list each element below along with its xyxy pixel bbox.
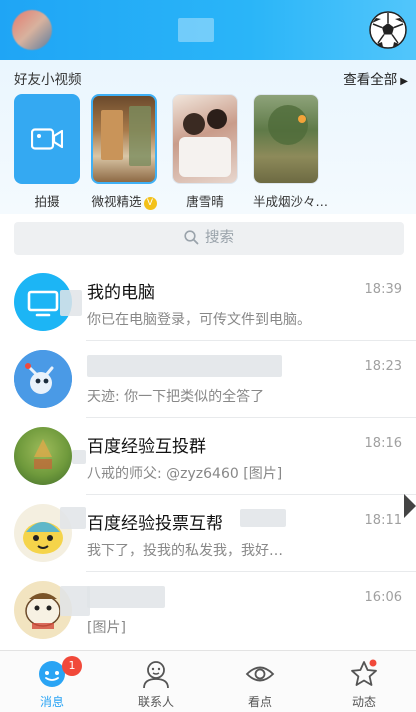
search-input[interactable]: 搜索	[14, 222, 404, 255]
tab-label: 消息	[39, 695, 64, 709]
blur-mask	[60, 507, 86, 529]
eye-icon	[245, 666, 275, 682]
header-title-blurred	[178, 18, 214, 42]
chat-last-message: 我下了，投我的私发我，我好…	[87, 543, 283, 559]
video-thumbnail	[253, 94, 319, 184]
chat-item-group[interactable]: 天迹: 你一下把类似的全答了 18:23	[0, 341, 416, 418]
chat-name: 百度经验投票互帮	[87, 514, 223, 534]
chat-time: 18:23	[364, 359, 402, 374]
chat-last-message: 天迹: 你一下把类似的全答了	[87, 389, 265, 405]
blurred-chat-name	[87, 586, 165, 608]
tab-label: 看点	[247, 695, 272, 709]
video-label-text: 微视精选	[91, 194, 142, 209]
chat-last-message: 八戒的师父: @zyz6460 [图片]	[87, 466, 283, 482]
video-item-friend[interactable]: 半成烟沙々…	[253, 94, 329, 210]
tab-label: 动态	[351, 695, 376, 709]
top-header	[0, 0, 416, 60]
blur-mask	[60, 290, 82, 316]
user-avatar[interactable]	[12, 10, 52, 50]
blur-mask	[72, 450, 86, 464]
video-item-shoot[interactable]: 拍摄	[14, 94, 80, 210]
group-avatar-icon	[34, 439, 52, 469]
blur-mask	[240, 509, 286, 527]
video-label: 半成烟沙々…	[253, 194, 329, 209]
chat-avatar	[14, 427, 72, 485]
chat-time: 18:39	[364, 282, 402, 297]
chat-time: 18:16	[364, 436, 402, 451]
search-placeholder: 搜索	[205, 230, 234, 246]
video-label: 拍摄	[34, 194, 60, 209]
tab-moments[interactable]: 动态	[312, 651, 416, 712]
view-all-label: 查看全部	[343, 72, 398, 88]
search-section: 搜索	[0, 214, 416, 264]
search-icon	[184, 230, 199, 245]
blurred-chat-name	[87, 355, 282, 377]
chat-item-baidu-group[interactable]: 百度经验互投群 八戒的师父: @zyz6460 [图片] 18:16	[0, 418, 416, 495]
chat-item-my-computer[interactable]: 我的电脑 你已在电脑登录，可传文件到电脑。 18:39	[0, 264, 416, 341]
chat-time: 18:11	[364, 513, 402, 528]
unread-badge: 1	[62, 656, 82, 676]
chat-time: 16:06	[364, 590, 402, 605]
soccer-ball-icon[interactable]	[368, 10, 408, 50]
triangle-right-icon: ▶	[400, 76, 408, 87]
video-item-friend[interactable]: 唐雪晴	[172, 94, 238, 210]
video-camera-icon	[31, 128, 63, 150]
contacts-icon	[143, 661, 169, 689]
view-all-link[interactable]: 查看全部 ▶	[343, 68, 408, 88]
tab-contacts[interactable]: 联系人	[104, 651, 208, 712]
video-thumbnail	[91, 94, 157, 184]
friends-video-section: 好友小视频 查看全部 ▶ 拍摄 微视精选 V 唐雪晴 半成烟沙々…	[0, 60, 416, 214]
shoot-thumbnail	[14, 94, 80, 184]
verified-badge-icon: V	[143, 197, 157, 210]
video-label: 微视精选 V	[91, 191, 157, 210]
chat-last-message: 你已在电脑登录，可传文件到电脑。	[87, 312, 311, 328]
chat-name: 我的电脑	[87, 283, 155, 303]
video-label: 唐雪晴	[186, 194, 224, 209]
tab-messages[interactable]: 1 消息	[0, 651, 104, 712]
chat-item-vote-group[interactable]: 百度经验投票互帮 我下了，投我的私发我，我好… 18:11	[0, 495, 416, 572]
chat-avatar	[14, 350, 72, 408]
chat-item-contact[interactable]: [图片] 16:06	[0, 572, 416, 649]
bottom-tab-bar: 1 消息 联系人 看点 动态	[0, 650, 416, 712]
chat-name: 百度经验互投群	[87, 437, 206, 457]
video-thumbnail	[172, 94, 238, 184]
mascot-avatar-icon	[14, 350, 72, 408]
blur-mask	[60, 586, 90, 616]
tab-kandian[interactable]: 看点	[208, 651, 312, 712]
side-arrow-icon	[404, 494, 416, 518]
chat-last-message: [图片]	[87, 620, 126, 636]
tab-label: 联系人	[137, 695, 174, 709]
section-title: 好友小视频	[14, 72, 82, 88]
star-icon	[351, 659, 377, 686]
video-item-featured[interactable]: 微视精选 V	[91, 94, 157, 210]
